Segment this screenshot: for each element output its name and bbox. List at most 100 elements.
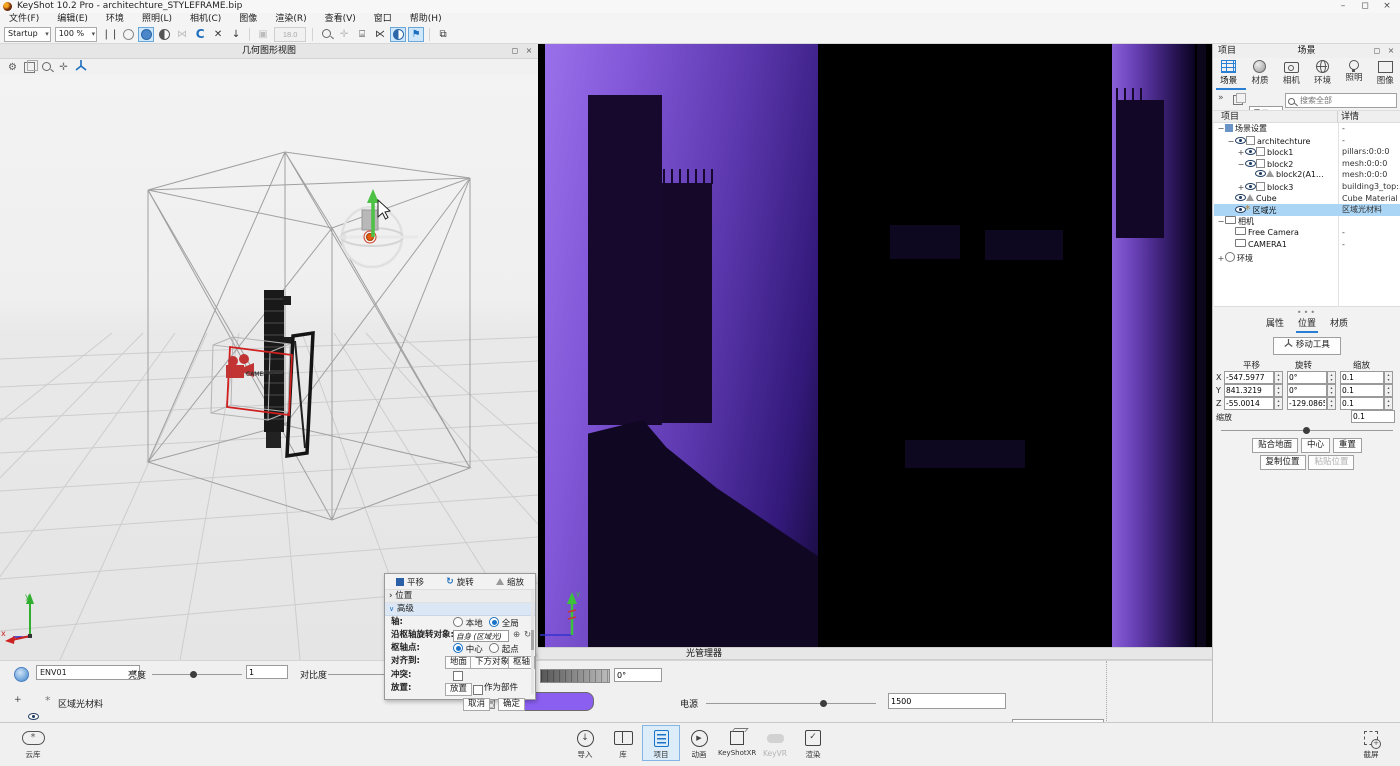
tree-row-block2-a1[interactable]: block2(A1...mesh:0:0:0 (1214, 169, 1400, 181)
move-tool-button[interactable]: 移动工具 (1273, 337, 1341, 355)
dock-import[interactable]: 导入 (566, 725, 604, 761)
pick-target-icon[interactable] (513, 629, 520, 642)
collision-checkbox[interactable] (453, 671, 463, 681)
cancel-button[interactable]: 取消 (463, 698, 490, 711)
settings-gear-icon[interactable] (4, 60, 21, 75)
section-advanced[interactable]: 高级 (385, 603, 535, 616)
pivot-object-field[interactable]: 自身 (区域光) (453, 630, 509, 642)
column-detail[interactable]: 详情 (1341, 111, 1359, 123)
close-panel-icon[interactable] (1384, 44, 1398, 58)
power-slider-handle[interactable] (820, 700, 827, 707)
perspective-icon[interactable]: ⋉ (372, 27, 388, 42)
spinner[interactable]: ▴▾ (1327, 371, 1336, 384)
menu-image[interactable]: 图像 (230, 13, 266, 26)
spinner[interactable]: ▴▾ (1327, 384, 1336, 397)
column-item[interactable]: 项目 (1221, 111, 1239, 123)
dock-project[interactable]: 项目 (642, 725, 680, 761)
menu-render[interactable]: 渲染(R) (266, 13, 315, 26)
visibility-eye-icon[interactable] (1245, 182, 1255, 190)
screenshot-button[interactable]: 截屏 (1352, 729, 1390, 760)
tab-camera[interactable]: 相机 (1276, 58, 1307, 90)
expand-icon[interactable] (14, 695, 22, 705)
reset-camera-icon[interactable]: C (192, 27, 208, 42)
menu-lighting[interactable]: 照明(L) (133, 13, 181, 26)
menu-environment[interactable]: 环境 (97, 13, 133, 26)
spinner[interactable]: ▴▾ (1274, 384, 1283, 397)
show-geometry-icon[interactable] (21, 60, 38, 75)
drop-to-ground-icon[interactable]: ↓ (228, 27, 244, 42)
tab-translate[interactable]: 平移 (385, 576, 435, 588)
brightness-field[interactable] (246, 665, 288, 679)
dock-keyvr[interactable]: KeyVR (756, 725, 794, 761)
dialog-scrollbar[interactable] (531, 590, 534, 694)
tab-lighting[interactable]: 照明 (1338, 58, 1369, 90)
undock-panel-icon[interactable] (508, 44, 522, 58)
layers-icon[interactable] (1233, 95, 1243, 105)
show-light-icon[interactable]: ⚑ (408, 27, 424, 42)
close-panel-icon[interactable] (522, 44, 536, 58)
menu-window[interactable]: 窗口 (365, 13, 401, 26)
angle-field[interactable] (614, 668, 662, 682)
tab-material[interactable]: 材质 (1328, 318, 1350, 333)
close-button[interactable] (1376, 0, 1398, 13)
tree-row-architechture[interactable]: −architechture- (1214, 135, 1400, 147)
spinner[interactable]: ▴▾ (1384, 384, 1393, 397)
tab-properties[interactable]: 属性 (1264, 318, 1286, 333)
align-ground-button[interactable]: 地面 (445, 656, 472, 669)
reset-button[interactable]: 重置 (1333, 438, 1362, 453)
visibility-eye-icon[interactable] (1245, 147, 1255, 155)
tab-position[interactable]: 位置 (1296, 318, 1318, 333)
visibility-eye-icon[interactable] (1235, 205, 1245, 213)
tab-scene[interactable]: 场景 (1213, 58, 1244, 90)
spinner[interactable]: ▴▾ (1274, 371, 1283, 384)
spinner[interactable]: ▴▾ (1327, 397, 1336, 410)
brightness-slider-handle[interactable] (190, 671, 197, 678)
brightness-slider[interactable] (152, 674, 242, 675)
preset-dropdown[interactable]: Startup (4, 27, 51, 42)
tab-scale[interactable]: 缩放 (485, 576, 535, 588)
tree-row-free-camera[interactable]: Free Camera- (1214, 227, 1400, 239)
panel-splitter[interactable]: ••• (1213, 308, 1400, 317)
dock-library[interactable]: 库 (604, 725, 642, 761)
zoom-dropdown[interactable]: 100 % (55, 27, 97, 42)
visibility-eye-icon[interactable] (28, 712, 38, 720)
pan-tool-icon[interactable]: ✛ (336, 27, 352, 42)
search-box[interactable] (1285, 93, 1397, 108)
tab-image[interactable]: 图像 (1370, 58, 1400, 90)
tab-environment[interactable]: 环境 (1307, 58, 1338, 90)
spinner[interactable]: ▴▾ (1384, 371, 1393, 384)
spinner[interactable]: ▴▾ (1274, 397, 1283, 410)
scale-slider-handle[interactable] (1303, 427, 1310, 434)
pan-geometry-icon[interactable]: ✛ (55, 60, 72, 75)
realtime-render-icon[interactable] (138, 27, 154, 42)
menu-view[interactable]: 查看(V) (316, 13, 365, 26)
lock-icon[interactable]: ⌸ (354, 27, 370, 42)
menu-file[interactable]: 文件(F) (0, 13, 48, 26)
move-tool-axis-icon[interactable] (72, 60, 89, 75)
tree-row-cube[interactable]: CubeCube Material (1214, 193, 1400, 205)
place-button[interactable]: 放置 (445, 683, 472, 696)
dock-animation[interactable]: 动画 (680, 725, 718, 761)
maximize-button[interactable] (1354, 0, 1376, 13)
tree-row-area-light[interactable]: 区域光区域光材料 (1214, 204, 1400, 216)
center-button[interactable]: 中心 (1301, 438, 1330, 453)
shaded-mode-icon[interactable] (390, 27, 406, 42)
tree-row-scene-settings[interactable]: −场景设置- (1214, 123, 1400, 135)
tree-row-block2[interactable]: −block2mesh:0:0:0 (1214, 158, 1400, 170)
menu-help[interactable]: 帮助(H) (401, 13, 451, 26)
visibility-eye-icon[interactable] (1235, 136, 1245, 144)
light-manager-header[interactable]: 光管理器 (538, 647, 1212, 660)
menu-edit[interactable]: 编辑(E) (48, 13, 97, 26)
spinner[interactable]: ▴▾ (1384, 397, 1393, 410)
undock-panel-icon[interactable] (1370, 44, 1384, 58)
zoom-tool-icon[interactable] (318, 27, 334, 42)
tab-rotate[interactable]: 旋转 (435, 576, 485, 588)
camera-lock-icon[interactable]: ▣ (255, 27, 271, 42)
section-position[interactable]: 位置 (385, 590, 535, 603)
region-render-icon[interactable] (120, 27, 136, 42)
as-part-checkbox[interactable] (473, 685, 483, 695)
power-field[interactable] (888, 693, 1006, 709)
pause-icon[interactable]: ❘❘ (102, 27, 118, 42)
visibility-eye-icon[interactable] (1255, 169, 1265, 177)
tree-row-camera1[interactable]: CAMERA1- (1214, 239, 1400, 251)
